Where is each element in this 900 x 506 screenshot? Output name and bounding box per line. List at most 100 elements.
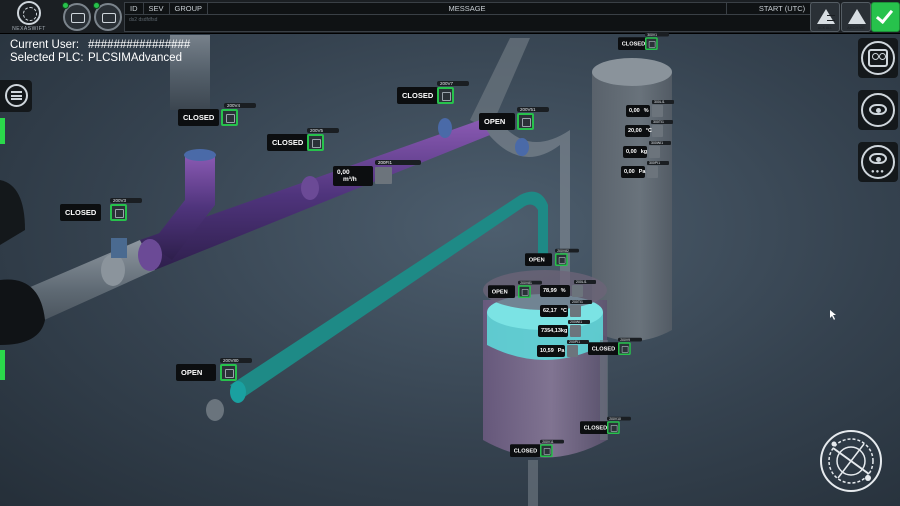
measure-value-box: 0,00 Pa (621, 166, 645, 178)
measure-id: 200WI1 (568, 320, 590, 324)
status-dot-icon (93, 2, 100, 9)
film-camera-icon (868, 49, 888, 67)
menu-button[interactable] (0, 80, 32, 112)
measure-id: 200TI1 (570, 300, 592, 304)
valve-id: 200V3 (110, 198, 142, 203)
brand-logo: NEXASWIFT (4, 1, 54, 33)
warning-icon (848, 9, 866, 24)
weight-sensor-icon[interactable] (649, 146, 660, 158)
valve-state: OPEN (488, 285, 515, 298)
level-sensor-icon[interactable] (652, 105, 663, 117)
measure-value-box: 7354,13kg (538, 325, 568, 337)
valve-id: 200V51 (517, 107, 549, 112)
measure-unit: kg (560, 328, 568, 334)
measure-value: 7354,13 (541, 328, 561, 334)
measure-unit: °C (560, 308, 567, 314)
pipe-flange (301, 176, 319, 200)
measure-unit: Pa (557, 348, 565, 354)
measure-value: 0,00 (624, 169, 635, 175)
valve-id: 200V5 (307, 128, 339, 133)
tank-large-top (592, 58, 672, 86)
valve-icon[interactable] (220, 364, 237, 381)
valve-icon[interactable] (517, 113, 534, 130)
alarm-row[interactable]: ds2 dsdfdfsd (125, 15, 837, 25)
valve-icon[interactable] (221, 109, 238, 126)
valve-state: CLOSED (178, 109, 220, 126)
archive-button[interactable]: ARCHIVE (841, 2, 871, 32)
pipe-inlet (206, 399, 224, 421)
measure-value: 0,00 (626, 149, 637, 155)
valve-state: CLOSED (397, 87, 439, 104)
temperature-sensor-icon[interactable] (652, 125, 663, 137)
measure-value-box: 62,17 °C (540, 305, 568, 317)
valve-icon[interactable] (518, 285, 531, 298)
measure-value: 0,00 (629, 108, 640, 114)
valve-id: 300V1 (645, 32, 669, 37)
valve-id: 200V4 (224, 103, 256, 108)
valve-icon[interactable] (618, 342, 631, 355)
process-scene (0, 35, 836, 506)
flow-value-box: 0,00 m³/h (333, 166, 373, 186)
alarm-table-header: ID SEV GROUP MESSAGE START (UTC) (125, 3, 837, 15)
valve-icon[interactable] (540, 444, 553, 457)
current-user-label: Current User: (10, 39, 80, 51)
brand-watermark-icon (820, 430, 882, 492)
top-bar: NEXASWIFT ID SEV GROUP MESSAGE START (UT… (0, 0, 900, 34)
pressure-sensor-icon[interactable] (647, 166, 658, 178)
measure-id: 300LI1 (652, 100, 674, 104)
measure-value: 78,99 (543, 288, 557, 294)
valve-id: 200V81 (518, 280, 542, 285)
weight-sensor-icon[interactable] (570, 325, 581, 337)
measure-id: 300WI1 (649, 141, 671, 145)
valve-state: CLOSED (510, 444, 541, 457)
tank-outlet-pipe (528, 460, 538, 506)
valve-icon[interactable] (645, 37, 658, 50)
col-sev[interactable]: SEV (144, 3, 170, 14)
measure-value: 20,00 (628, 128, 642, 134)
valve-icon[interactable] (307, 134, 324, 151)
measure-id: 300TI1 (651, 120, 673, 124)
valve-icon[interactable] (555, 253, 568, 266)
view-options-button[interactable]: ●●● (858, 142, 898, 182)
valve-body (438, 118, 452, 138)
valve-state: OPEN (525, 253, 552, 266)
valve-icon[interactable] (110, 204, 127, 221)
measure-value-box: 78,99% (540, 285, 570, 297)
col-message[interactable]: MESSAGE (208, 3, 727, 14)
flow-meter-icon[interactable] (375, 167, 392, 184)
valve-icon[interactable] (437, 87, 454, 104)
camera-view-button[interactable] (858, 38, 898, 78)
measure-unit: °C (645, 128, 652, 134)
acknowledge-button[interactable] (871, 2, 900, 32)
eye-icon (869, 104, 887, 115)
alarm-table[interactable]: ID SEV GROUP MESSAGE START (UTC) ds2 dsd… (124, 2, 838, 32)
level-sensor-icon[interactable] (572, 285, 583, 297)
flow-meter-id: 200FI1 (375, 160, 421, 165)
camera-button-2[interactable] (93, 2, 122, 31)
temperature-sensor-icon[interactable] (570, 305, 581, 317)
valve-id: 200V10 (607, 416, 631, 421)
col-id[interactable]: ID (125, 3, 144, 14)
measure-unit: % (560, 288, 566, 294)
camera-button-1[interactable] (62, 2, 91, 31)
current-user-value: ################ (88, 39, 191, 51)
measure-unit: Pa (638, 169, 646, 175)
checkmark-icon (875, 5, 894, 25)
valve-id: 200V9 (618, 337, 642, 342)
col-group[interactable]: GROUP (170, 3, 209, 14)
measure-id: 300PI1 (647, 161, 669, 165)
valve-id: 200V11 (540, 439, 564, 444)
side-indicator-top (0, 118, 5, 144)
measure-value: 10,59 (540, 348, 554, 354)
pressure-sensor-icon[interactable] (567, 345, 578, 357)
view-toggle-button[interactable] (858, 90, 898, 130)
measure-unit: kg (640, 149, 648, 155)
eye-icon (869, 153, 887, 164)
flow-value: 0,00 (337, 169, 350, 176)
valve-state: CLOSED (267, 134, 309, 151)
mouse-cursor (830, 310, 836, 320)
valve-icon[interactable] (607, 421, 620, 434)
pipe-flange (230, 381, 246, 403)
background-object (0, 180, 25, 245)
pipe-flange-top (184, 149, 216, 161)
